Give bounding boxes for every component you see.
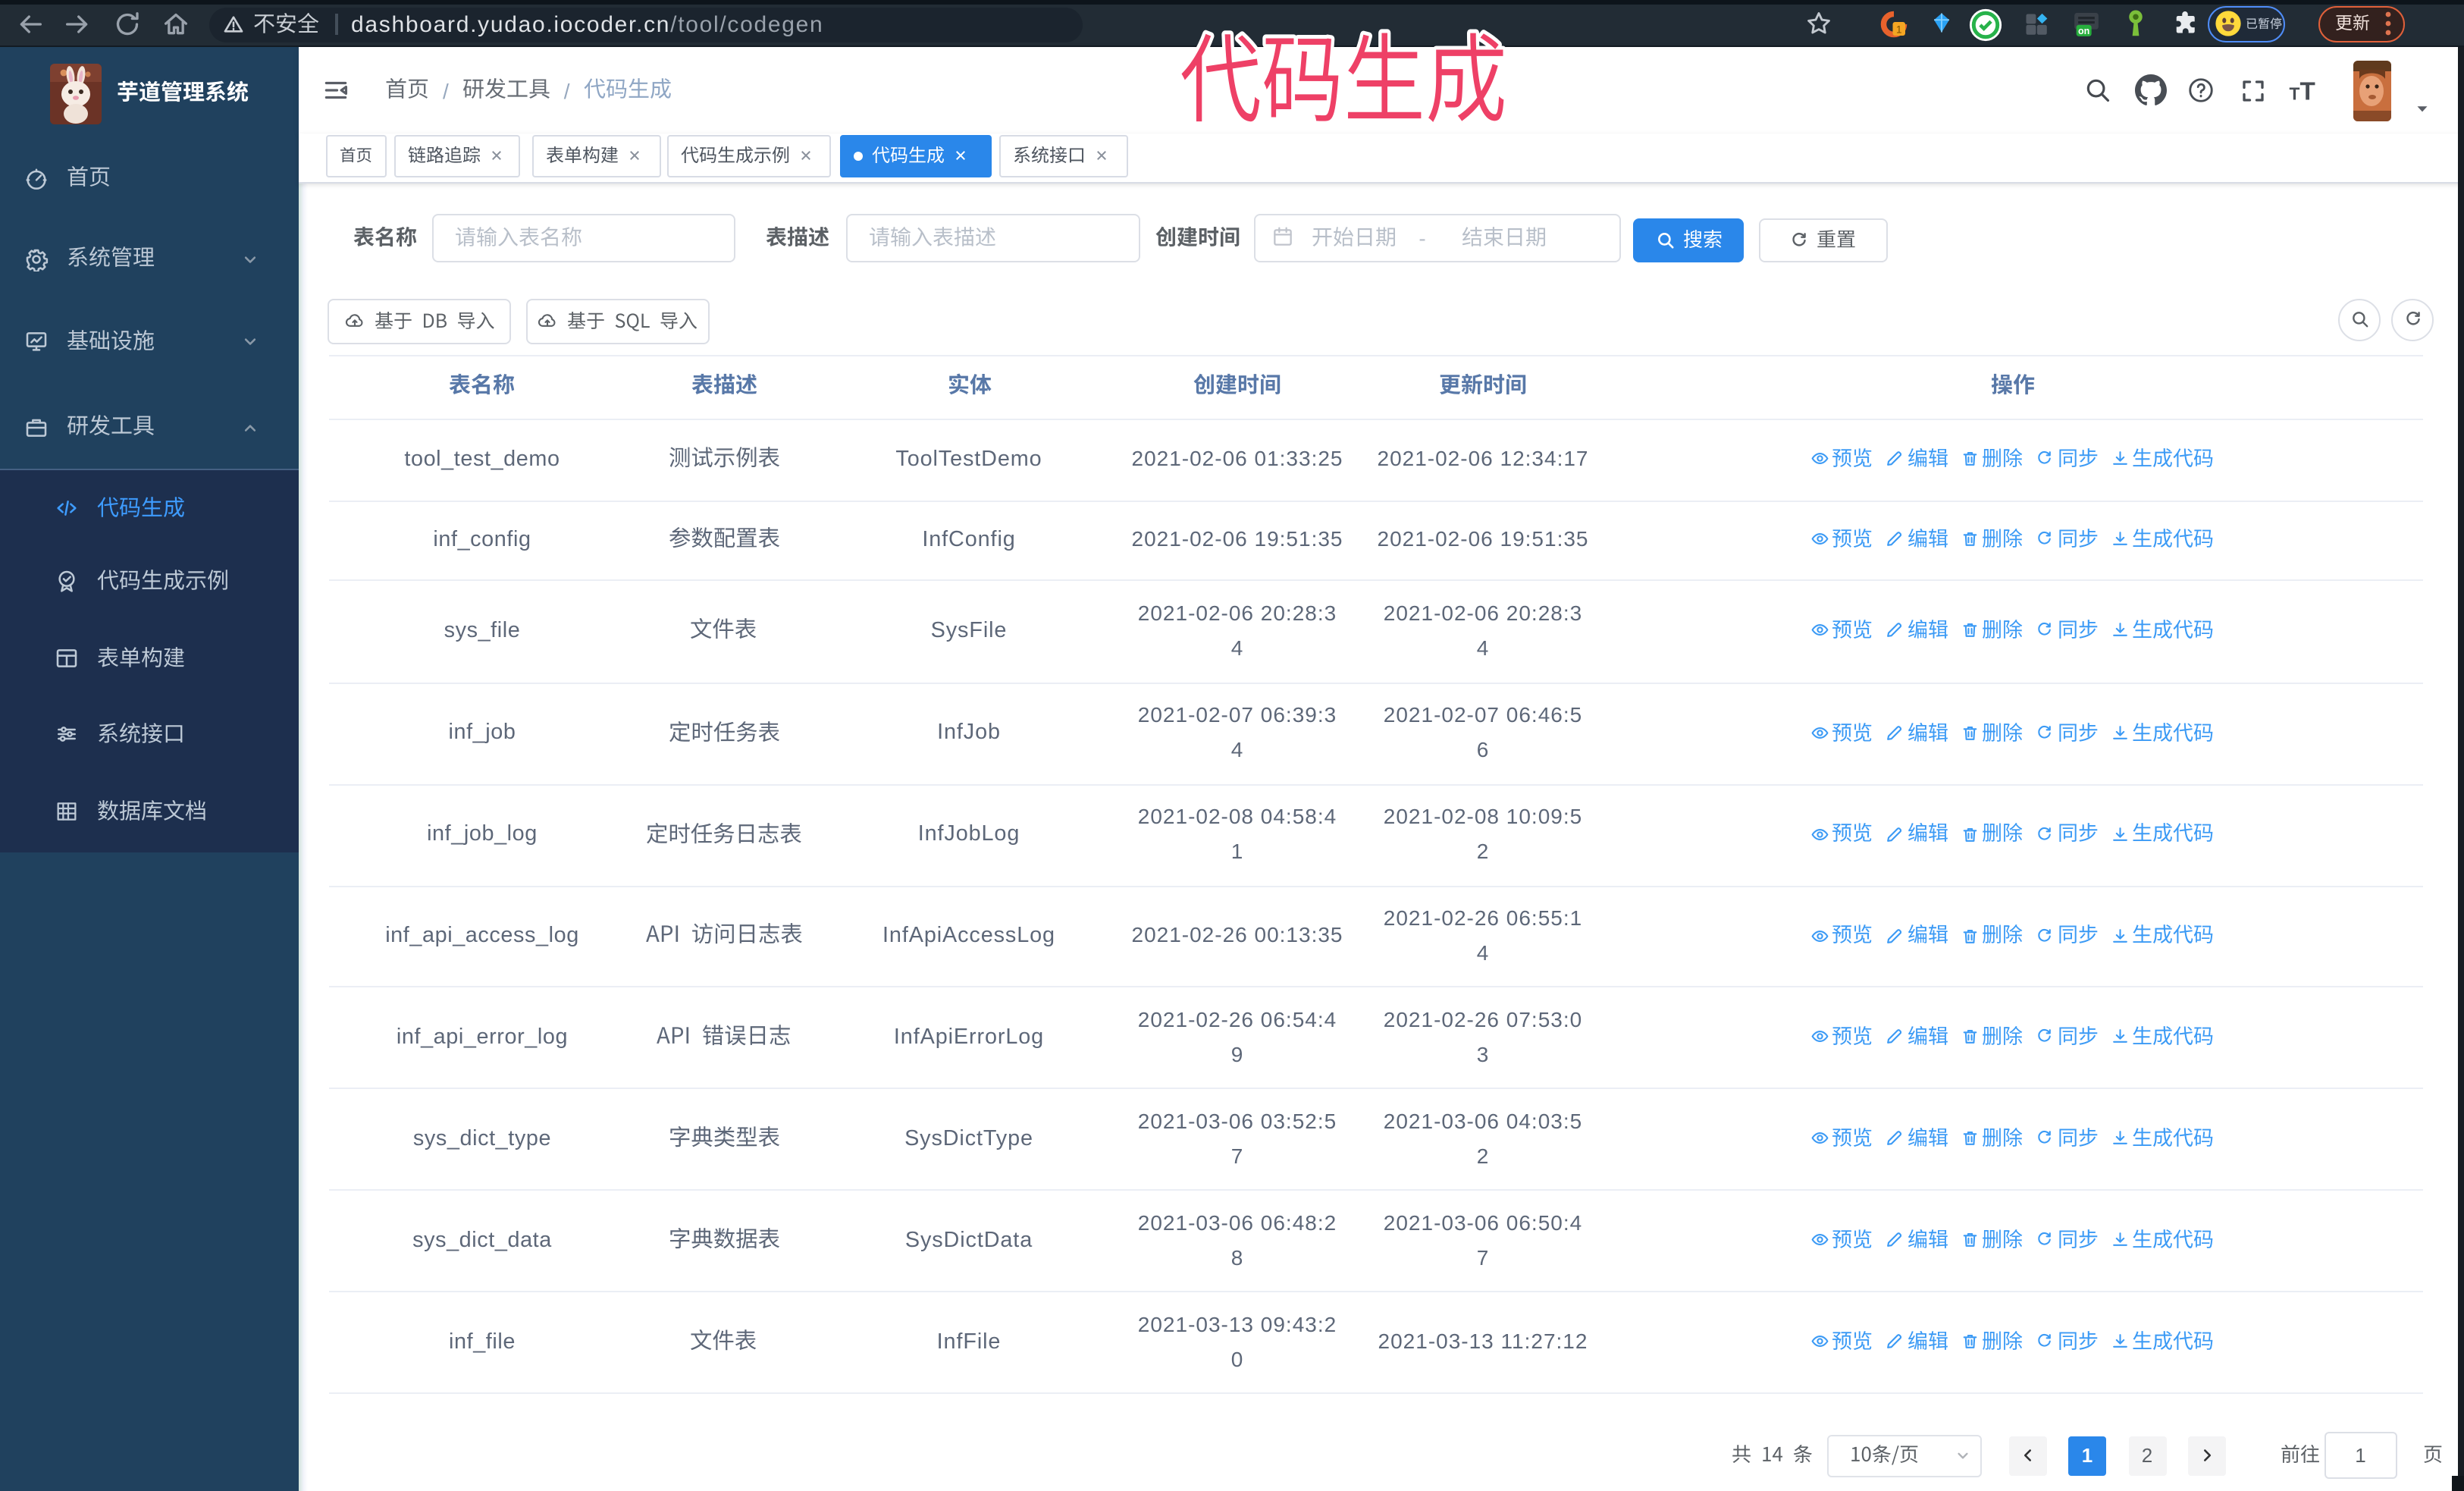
svg-text:1: 1 (1896, 23, 1902, 34)
svg-text:T: T (2300, 77, 2315, 105)
svg-text:on: on (2078, 26, 2089, 36)
svg-text:T: T (2290, 83, 2300, 103)
